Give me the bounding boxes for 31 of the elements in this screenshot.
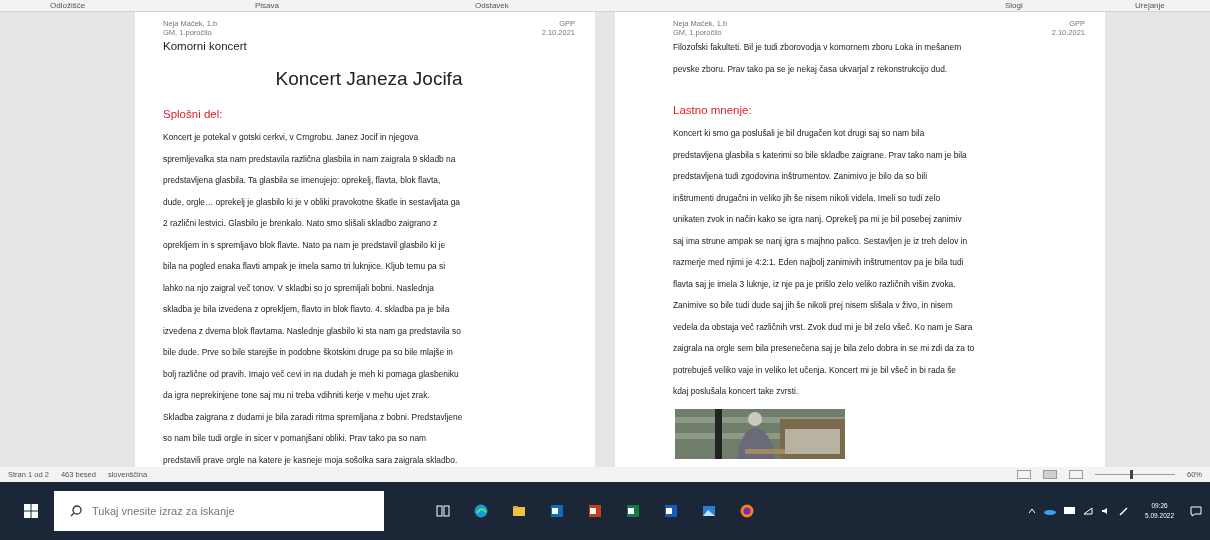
- document-subtitle: Komorni koncert: [163, 39, 248, 54]
- paragraph: Koncert je potekal v gotski cerkvi, v Crngrobu. Janez Jocif in njegova spremljevalka sta nam predstavila različna glasbila in nam zaigrala 9 skladb na predstavljena glasbila. Ta glasbila se imenujejo: oprekelj, flavta, blok flavta, dude, orgle… oprekelj je glasbilo ki je v obliki pravokotne škatle in sestavljata ga 2 različni lestvici. Glasbilo je brenkalo. Nato smo slišali skladbo zaigrano z oprekljem in s spremljavo blok flavte. Nato pa nam je predstavil glasbilo ki je bila na pogled enaka flavti ampak je imela samo tri luknjice. Kljub temu pa si lahko na njo zaigral več tonov. V skladbi so jo spremljali bobni. Naslednja skladba je bila izvedena z oprekljem, flavto in blok flavto. 4. skladba pa je bila izvedena z dvema blok flavtama. Naslednje glasbilo ki sta nam ga predstavila so bile dude. Prve so bile starejše in podobne škotskim druge pa so bile mlajše in bolj različne od pravih. Imajo več cevi in na dudah je meh ki pomaga glasbeniku da igra neprekinjene tone saj mu ni treba vdihniti kerje v mehu ujet zrak. Skladba zaigrana z dudami je bila zaradi ritma spremljana z bobni. Predstavljene so nam bile tudi orgle in sicer v pomanjšani obliki. Prav tako pa so nam predstavili prave orgle na katere je kasneje moja sošolka sara zaigrala skladbo.: [163, 131, 463, 467]
- paragraph: Filozofski fakulteti. Bil je tudi zborovodja v komornem zboru Loka in mešanem pevske zboru. Prav tako pa se je nekaj časa ukvarjal z rekonstrukcijo dud.: [673, 41, 962, 76]
- section-heading: Splošni del:: [163, 107, 223, 120]
- search-field[interactable]: Tukaj vnesite izraz za iskanje: [54, 491, 384, 531]
- spreadsheet-app-icon[interactable]: [626, 504, 640, 518]
- start-icon[interactable]: [24, 504, 38, 518]
- search-icon[interactable]: [70, 505, 82, 517]
- section-heading: Lastno mnenje:: [673, 104, 752, 116]
- cloud-icon[interactable]: [1044, 507, 1057, 515]
- paragraph: Koncert ki smo ga poslušali je bil drugačen kot drugi saj so nam bila predstavljena glasbila s katerimi so bile skladbe zaigrane. Prav tako nam je bila predstavljena tudi zgodovina inštrumentov. Zanimivo je bilo da so bili inštrumenti drugačni in veliko jih še nisem nikoli videla. Imeli so tudi zelo unikaten zvok in način kako se igra nanj. Oprekelj pa mi je bil posebej zanimiv saj ima strune ampak se nanj igra s majhno palico. Sestavljen je iz treh delov in razmerje med njimi je 4:2:1. Eden najbolj zanimivih inštrumentov pa je bila tudi flavta saj je imela 3 luknje, iz nje pa je prišlo zelo veliko različnih višin zvoka. Zanimive so bile tudi dude saj jih še nikoli prej nisem slišala v živo, in nisem vedela da obstaja več različnih vrst. Zvok dud mi je bil zelo všeč. Ko nam je Sara zaigrala na orgle sem bila presenečena saj je bila zelo dobra in se mi zdi da za to potrebuješ veliko vaje in veliko let učenja. Koncert mi je bil všeč in bi rada še kdaj poslušala koncert take zvrsti.: [673, 127, 975, 399]
- mail-app-icon[interactable]: [550, 504, 564, 518]
- chevron-up-icon[interactable]: [1028, 508, 1037, 514]
- monitor-icon[interactable]: [1064, 507, 1076, 515]
- folder-icon[interactable]: [512, 504, 526, 518]
- photos-app-icon[interactable]: [702, 504, 716, 518]
- slider-thumb[interactable]: [1129, 470, 1133, 479]
- notification-icon[interactable]: [1190, 505, 1202, 517]
- document-app-icon[interactable]: [664, 504, 678, 518]
- browser-icon[interactable]: [474, 504, 488, 518]
- ribbon-group-label: Urejanje: [1135, 0, 1165, 11]
- slides-app-icon[interactable]: [588, 504, 602, 518]
- task-view-icon[interactable]: [436, 504, 450, 518]
- ribbon-group-label: Odložišče: [50, 0, 86, 11]
- ribbon-group-label: Odstavek: [475, 0, 509, 11]
- document-title: Koncert Janeza Jocifa: [275, 68, 463, 90]
- fox-browser-icon[interactable]: [740, 504, 754, 518]
- read-mode-icon[interactable]: [1017, 470, 1031, 479]
- web-layout-icon[interactable]: [1069, 470, 1083, 479]
- ribbon-group-label: Slogi: [1005, 0, 1023, 11]
- ribbon-group-label: Pisava: [255, 0, 279, 11]
